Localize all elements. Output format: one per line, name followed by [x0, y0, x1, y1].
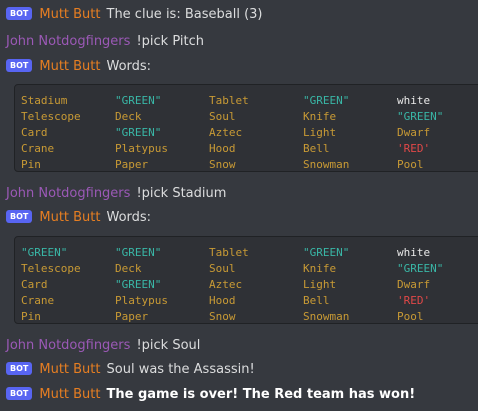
- bot-badge: BOT: [6, 210, 33, 223]
- word-cell: Bell: [303, 142, 330, 155]
- message-text: The game is over! The Red team has won!: [106, 387, 416, 402]
- message-text: Words:: [106, 59, 152, 74]
- word-cell: Platypus: [115, 142, 168, 155]
- message-words: BOT Mutt Butt Words:: [6, 209, 151, 227]
- word-cell: Light: [303, 126, 337, 139]
- bot-badge: BOT: [6, 362, 33, 375]
- word-cell: Knife: [303, 262, 337, 275]
- author-name[interactable]: John Notdogfingers: [6, 338, 130, 353]
- word-row: Crane Platypus Hood Bell 'RED': [21, 141, 478, 157]
- word-cell: "GREEN": [115, 126, 162, 139]
- word-cell: Snowman: [303, 158, 350, 171]
- word-cell: Pin: [21, 310, 41, 323]
- author-name[interactable]: Mutt Butt: [39, 362, 100, 377]
- message-words: BOT Mutt Butt Words:: [6, 58, 151, 76]
- word-cell: Deck: [115, 262, 142, 275]
- message-text: !pick Soul: [136, 338, 201, 353]
- word-cell: 'RED': [397, 142, 431, 155]
- word-cell: Tablet: [209, 246, 249, 259]
- author-name[interactable]: John Notdogfingers: [6, 34, 130, 49]
- message-text: !pick Pitch: [136, 34, 204, 49]
- word-cell: Telescope: [21, 262, 81, 275]
- word-cell: Paper: [115, 158, 149, 171]
- message-assassin: BOT Mutt Butt Soul was the Assassin!: [6, 361, 255, 379]
- word-cell: "GREEN": [397, 110, 444, 123]
- word-grid: Stadium "GREEN" Tablet "GREEN" white Telescop…: [21, 93, 478, 171]
- word-cell: "GREEN": [303, 246, 350, 259]
- message-pick-stadium: John Notdogfingers !pick Stadium: [6, 185, 226, 203]
- word-cell: Tablet: [209, 94, 249, 107]
- word-cell: Hood: [209, 142, 236, 155]
- message-game-over: BOT Mutt Butt The game is over! The Red te…: [6, 386, 415, 404]
- message-text: Soul was the Assassin!: [106, 362, 255, 377]
- word-cell: Aztec: [209, 278, 243, 291]
- word-row: "GREEN" "GREEN" Tablet "GREEN" white: [21, 245, 478, 261]
- word-row: Pin Paper Snow Snowman Pool: [21, 157, 478, 171]
- word-cell: Stadium: [21, 94, 68, 107]
- word-cell: Soul: [209, 262, 236, 275]
- word-board: Stadium "GREEN" Tablet "GREEN" white Telescop…: [14, 84, 478, 172]
- word-cell: white: [397, 94, 431, 107]
- word-cell: Telescope: [21, 110, 81, 123]
- word-cell: 'RED': [397, 294, 431, 307]
- author-name[interactable]: John Notdogfingers: [6, 186, 130, 201]
- author-name[interactable]: Mutt Butt: [39, 59, 100, 74]
- word-cell: Snow: [209, 310, 236, 323]
- word-cell: Card: [21, 126, 48, 139]
- word-row: Card "GREEN" Aztec Light Dwarf: [21, 277, 478, 293]
- word-row: Pin Paper Snow Snowman Pool: [21, 309, 478, 323]
- word-cell: Paper: [115, 310, 149, 323]
- message-pick-pitch: John Notdogfingers !pick Pitch: [6, 33, 204, 51]
- word-row: Telescope Deck Soul Knife "GREEN": [21, 109, 478, 125]
- author-name[interactable]: Mutt Butt: [39, 210, 100, 225]
- message-text: The clue is: Baseball (3): [106, 7, 263, 22]
- word-cell: Light: [303, 278, 337, 291]
- author-name[interactable]: Mutt Butt: [39, 387, 100, 402]
- word-cell: Crane: [21, 142, 55, 155]
- word-row: Telescope Deck Soul Knife "GREEN": [21, 261, 478, 277]
- bot-badge: BOT: [6, 7, 33, 20]
- message-text: !pick Stadium: [136, 186, 227, 201]
- word-cell: "GREEN": [115, 278, 162, 291]
- word-cell: Pool: [397, 158, 424, 171]
- word-cell: Soul: [209, 110, 236, 123]
- word-cell: Bell: [303, 294, 330, 307]
- word-cell: Snow: [209, 158, 236, 171]
- word-cell: "GREEN": [115, 246, 162, 259]
- word-cell: Knife: [303, 110, 337, 123]
- word-cell: Pool: [397, 310, 424, 323]
- word-row: Card "GREEN" Aztec Light Dwarf: [21, 125, 478, 141]
- word-cell: Hood: [209, 294, 236, 307]
- bot-badge: BOT: [6, 59, 33, 72]
- author-name[interactable]: Mutt Butt: [39, 7, 100, 22]
- word-cell: white: [397, 246, 431, 259]
- word-cell: Aztec: [209, 126, 243, 139]
- word-cell: Pin: [21, 158, 41, 171]
- word-cell: Dwarf: [397, 278, 431, 291]
- word-cell: "GREEN": [115, 94, 162, 107]
- word-cell: Card: [21, 278, 48, 291]
- word-row: Stadium "GREEN" Tablet "GREEN" white: [21, 93, 478, 109]
- message-text: Words:: [106, 210, 152, 225]
- word-cell: "GREEN": [21, 246, 68, 259]
- bot-badge: BOT: [6, 387, 33, 400]
- word-cell: Platypus: [115, 294, 168, 307]
- word-grid: "GREEN" "GREEN" Tablet "GREEN" white Telescop…: [21, 245, 478, 323]
- word-cell: Dwarf: [397, 126, 431, 139]
- message-pick-soul: John Notdogfingers !pick Soul: [6, 337, 200, 355]
- word-row: Crane Platypus Hood Bell 'RED': [21, 293, 478, 309]
- word-cell: Snowman: [303, 310, 350, 323]
- word-board: "GREEN" "GREEN" Tablet "GREEN" white Telescop…: [14, 236, 478, 324]
- word-cell: "GREEN": [397, 262, 444, 275]
- word-cell: "GREEN": [303, 94, 350, 107]
- word-cell: Deck: [115, 110, 142, 123]
- message-clue: BOT Mutt Butt The clue is: Baseball (3): [6, 6, 262, 24]
- word-cell: Crane: [21, 294, 55, 307]
